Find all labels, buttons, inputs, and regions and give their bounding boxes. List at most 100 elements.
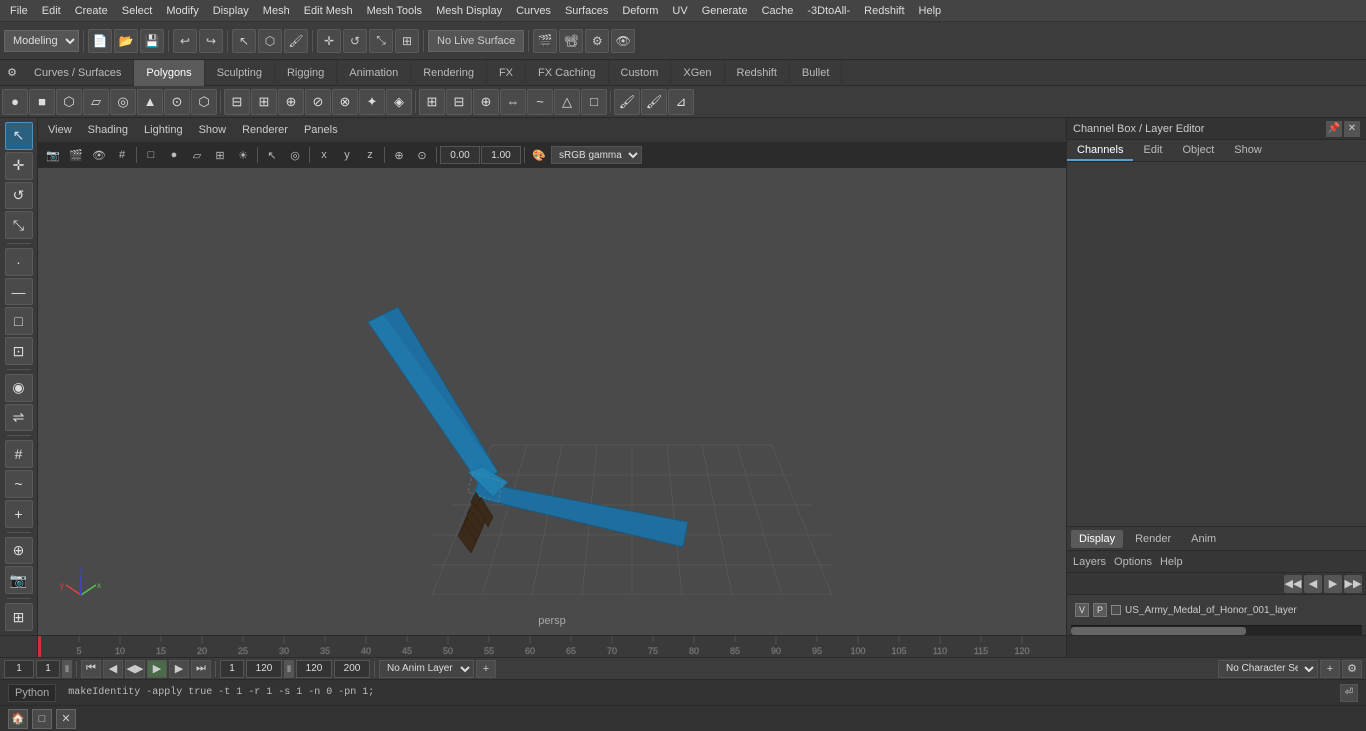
menu-file[interactable]: File [4,3,34,19]
cube-icon-btn[interactable]: ■ [29,89,55,115]
tab-edit[interactable]: Edit [1133,140,1172,161]
new-scene-btn[interactable]: 📄 [88,29,112,53]
layer-tb-btn4[interactable]: ▶▶ [1344,575,1362,593]
menu-create[interactable]: Create [69,3,114,19]
menu-deform[interactable]: Deform [616,3,664,19]
color-space-dropdown[interactable]: sRGB gamma [551,146,642,164]
viewport-canvas[interactable]: x y z persp [38,142,1066,635]
timeline-ruler[interactable]: 1 5 10 15 20 25 30 35 40 45 50 55 60 65 … [38,636,1066,658]
render-preview-btn[interactable]: 👁 [611,29,635,53]
tab-custom[interactable]: Custom [609,60,672,86]
save-scene-btn[interactable]: 💾 [140,29,164,53]
torus-icon-btn[interactable]: ◎ [110,89,136,115]
camera-btn[interactable]: 📷 [5,566,33,594]
vp-eye-btn[interactable]: 👁 [88,145,110,165]
vp-wireframe-btn[interactable]: □ [140,145,162,165]
layer-tab-display[interactable]: Display [1071,530,1123,548]
undo-btn[interactable]: ↩ [173,29,197,53]
menu-curves[interactable]: Curves [510,3,557,19]
dock-btn-2[interactable]: □ [32,709,52,729]
menu-surfaces[interactable]: Surfaces [559,3,614,19]
tab-polygons[interactable]: Polygons [134,60,204,86]
menu-edit-mesh[interactable]: Edit Mesh [298,3,359,19]
vp-menu-panels[interactable]: Panels [300,122,342,138]
step-back-btn[interactable]: ◀ [103,660,123,678]
fill-icon-btn[interactable]: ⊘ [305,89,331,115]
vp-menu-view[interactable]: View [44,122,76,138]
menu-help[interactable]: Help [913,3,948,19]
cone-icon-btn[interactable]: ▲ [137,89,163,115]
vertex-mode-btn[interactable]: · [5,248,33,276]
dock-btn-1[interactable]: 🏠 [8,709,28,729]
menu-uv[interactable]: UV [666,3,693,19]
quad-icon-btn[interactable]: □ [581,89,607,115]
vp-rotate-field[interactable] [440,146,480,164]
sphere-icon-btn[interactable]: ● [2,89,28,115]
tab-fx[interactable]: FX [487,60,526,86]
layer-scrollbar-thumb[interactable] [1071,627,1246,635]
vp-grid-btn[interactable]: # [111,145,133,165]
tab-bullet[interactable]: Bullet [790,60,843,86]
playback-end-field[interactable] [246,660,282,678]
bevel-icon-btn[interactable]: ⊗ [332,89,358,115]
smooth-icon-btn[interactable]: ~ [527,89,553,115]
rotate-mode-btn[interactable]: ↺ [5,182,33,210]
vp-sel-btn[interactable]: ↖ [261,145,283,165]
vp-scale-field[interactable] [481,146,521,164]
uv-mode-btn[interactable]: ⊡ [5,337,33,365]
playback-start-field[interactable] [220,660,244,678]
vp-texture-btn[interactable]: ⊞ [209,145,231,165]
rp-pin-btn[interactable]: 📌 [1326,121,1342,137]
menu-mesh-tools[interactable]: Mesh Tools [361,3,428,19]
play-btn[interactable]: ▶ [147,660,167,678]
triangulate-icon-btn[interactable]: △ [554,89,580,115]
redo-btn[interactable]: ↪ [199,29,223,53]
extrude-icon-btn[interactable]: ⊟ [224,89,250,115]
combine-icon-btn[interactable]: ⊞ [419,89,445,115]
paintskn-icon-btn[interactable]: 🖌 [614,89,640,115]
current-frame-field[interactable] [36,660,60,678]
layer-tab-anim[interactable]: Anim [1183,530,1224,548]
layer-tb-btn2[interactable]: ◀ [1304,575,1322,593]
char-set-btn[interactable]: + [1320,660,1340,678]
dock-btn-3[interactable]: ✕ [56,709,76,729]
menu-select[interactable]: Select [116,3,159,19]
tab-rendering[interactable]: Rendering [411,60,487,86]
tab-xgen[interactable]: XGen [671,60,724,86]
vp-z-btn[interactable]: z [359,145,381,165]
vp-film-btn[interactable]: 🎬 [65,145,87,165]
no-char-set-dropdown[interactable]: No Character Set [1218,660,1318,678]
vp-menu-shading[interactable]: Shading [84,122,132,138]
go-end-btn[interactable]: ⏭ [191,660,211,678]
softedit-icon-btn[interactable]: ⊿ [668,89,694,115]
anim-settings-btn[interactable]: ⚙ [1342,660,1362,678]
tab-object[interactable]: Object [1172,140,1224,161]
vp-camera-btn[interactable]: 📷 [42,145,64,165]
move-mode-btn[interactable]: ✛ [5,152,33,180]
layer-playback-btn[interactable]: P [1093,603,1107,617]
tab-rigging[interactable]: Rigging [275,60,337,86]
tab-channels[interactable]: Channels [1067,140,1133,161]
command-line[interactable]: makeIdentity -apply true -t 1 -r 1 -s 1 … [60,687,1336,698]
vp-smooth-btn[interactable]: ● [163,145,185,165]
vp-menu-renderer[interactable]: Renderer [238,122,292,138]
vp-y-btn[interactable]: y [336,145,358,165]
range-end-field[interactable] [296,660,332,678]
select-tool-btn[interactable]: ↖ [232,29,256,53]
paint-sel-btn[interactable]: 🖌 [284,29,308,53]
tab-fxcaching[interactable]: FX Caching [526,60,608,86]
move-btn[interactable]: ✛ [317,29,341,53]
scale-btn[interactable]: ⤡ [369,29,393,53]
options-menu[interactable]: Options [1114,556,1152,568]
vp-flat-btn[interactable]: ▱ [186,145,208,165]
quick-layout-btn[interactable]: ⊞ [5,603,33,631]
append-icon-btn[interactable]: ⊕ [278,89,304,115]
bridge-icon-btn[interactable]: ⊞ [251,89,277,115]
menu-cache[interactable]: Cache [756,3,800,19]
cmd-enter-btn[interactable]: ⏎ [1340,684,1358,702]
menu-mesh[interactable]: Mesh [257,3,296,19]
vp-menu-lighting[interactable]: Lighting [140,122,187,138]
live-surface-btn[interactable]: No Live Surface [428,30,524,52]
tab-animation[interactable]: Animation [337,60,411,86]
mirror-icon-btn[interactable]: ⇔ [500,89,526,115]
